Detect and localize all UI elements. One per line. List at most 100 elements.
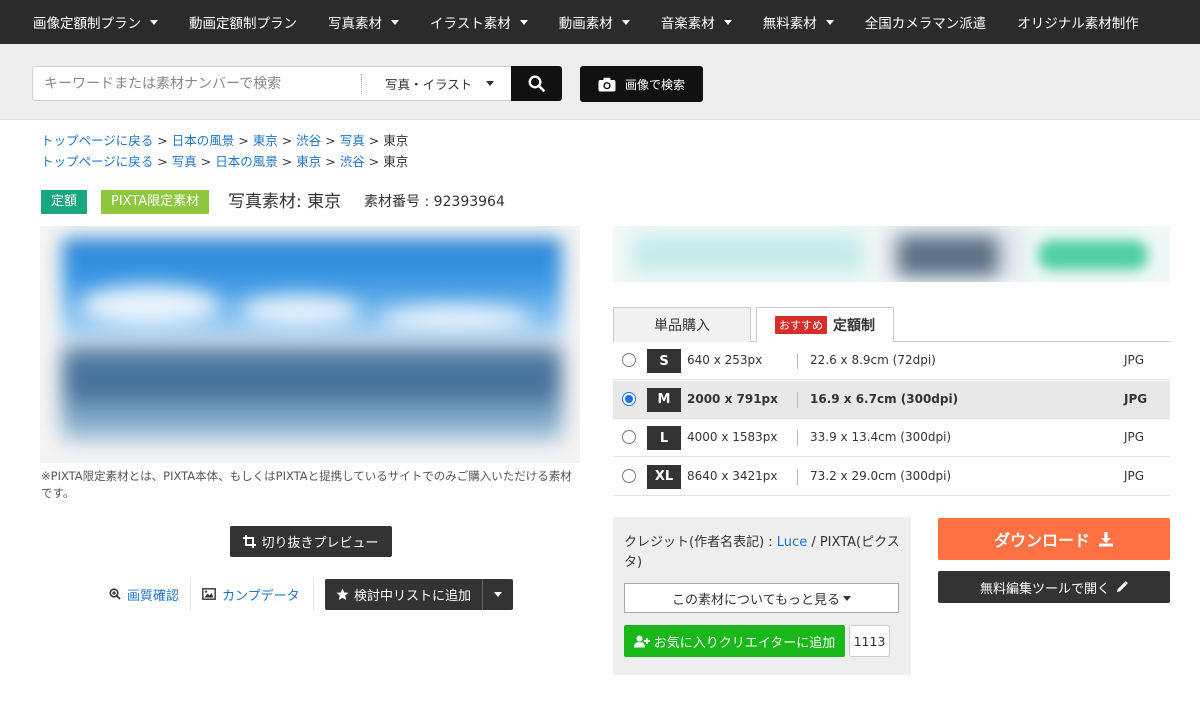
size-option-m[interactable]: M 2000 x 791px 16.9 x 6.7cm (300dpi) JPG (613, 380, 1170, 419)
nav-item-7[interactable]: 全国カメラマン派遣 (865, 12, 987, 32)
add-favorite-creator-label: お気に入りクリエイターに追加 (653, 635, 836, 651)
breadcrumb-separator: > (281, 154, 293, 169)
crop-preview-button[interactable]: 切り抜きプレビュー (230, 526, 392, 557)
page-title: 写真素材: 東京 (228, 192, 342, 212)
image-cloud (80, 286, 220, 326)
tab-single-label: 単品購入 (654, 318, 710, 334)
size-radio[interactable] (622, 391, 636, 406)
banner-shape (1038, 240, 1148, 270)
download-button[interactable]: ダウンロード (938, 518, 1170, 560)
purchase-tabs: 単品購入 おすすめ 定額制 (613, 307, 1170, 343)
breadcrumb-current: 東京 (383, 133, 409, 148)
breadcrumb-separator: > (238, 133, 249, 148)
image-icon (202, 588, 216, 600)
size-divider (797, 353, 798, 369)
size-option-xl[interactable]: XL 8640 x 3421px 73.2 x 29.0cm (300dpi) JPG (613, 458, 1170, 496)
breadcrumb-link[interactable]: 東京 (296, 154, 321, 169)
banner-shape (633, 236, 863, 272)
promo-banner[interactable] (613, 226, 1170, 282)
breadcrumb-link[interactable]: 写真 (172, 154, 197, 169)
nav-item-8[interactable]: オリジナル素材制作 (1017, 12, 1139, 32)
nav-item-3[interactable]: イラスト素材 (430, 12, 528, 32)
size-option-s[interactable]: S 640 x 253px 22.6 x 8.9cm (72dpi) JPG (613, 342, 1170, 380)
nav-item-1[interactable]: 動画定額制プラン (189, 12, 297, 32)
breadcrumb-link[interactable]: 日本の風景 (215, 154, 278, 169)
open-editor-button[interactable]: 無料編集ツールで開く (938, 571, 1170, 603)
user-plus-icon (633, 635, 650, 647)
chevron-down-icon (391, 19, 399, 25)
more-about-material-button[interactable]: この素材についてもっと見る (624, 583, 899, 613)
size-format: JPG (1124, 430, 1145, 444)
add-favorite-creator-button[interactable]: お気に入りクリエイターに追加 (624, 625, 845, 657)
size-format: JPG (1124, 391, 1148, 406)
chevron-down-icon (621, 19, 630, 25)
size-pixels: 4000 x 1583px (687, 430, 778, 444)
size-format: JPG (1124, 353, 1145, 367)
size-option-l[interactable]: L 4000 x 1583px 33.9 x 13.4cm (300dpi) JPG (613, 419, 1170, 457)
add-to-wishlist-button[interactable]: 検討中リストに追加 (325, 579, 482, 610)
search-category-select[interactable]: 写真・イラスト (385, 67, 495, 100)
credit-box: クレジット(作者名表記) : Luce / PIXTA(ピクスタ) この素材につ… (613, 517, 911, 675)
size-divider (797, 391, 798, 408)
comp-data-link[interactable]: カンプデータ (202, 578, 300, 610)
breadcrumb-link[interactable]: 写真 (340, 133, 365, 148)
tool-divider (313, 577, 314, 611)
breadcrumb-separator: > (368, 154, 380, 169)
image-city (62, 346, 562, 441)
search-input[interactable] (33, 67, 363, 100)
wishlist-button-group: 検討中リストに追加 (325, 579, 513, 610)
plan-badge: 定額 (41, 190, 88, 214)
image-cloud (380, 306, 530, 332)
tab-subscription[interactable]: おすすめ 定額制 (756, 307, 894, 343)
size-radio[interactable] (622, 430, 636, 444)
size-format: JPG (1124, 468, 1145, 483)
main-image[interactable] (40, 226, 580, 463)
size-divider (797, 468, 798, 485)
breadcrumb-link[interactable]: 渋谷 (296, 133, 321, 148)
search-box: 写真・イラスト (32, 66, 512, 101)
top-nav: 画像定額制プラン 動画定額制プラン 写真素材 イラスト素材 動画素材 音楽素材 無料素材 全国… (0, 0, 1200, 44)
nav-item-5[interactable]: 音楽素材 (661, 12, 732, 32)
nav-item-label: 画像定額制プラン (33, 16, 141, 32)
download-label: ダウンロード (993, 531, 1090, 550)
search-button[interactable] (511, 66, 562, 101)
author-link[interactable]: Luce (777, 535, 807, 550)
breadcrumb-separator: > (368, 133, 380, 148)
nav-item-label: 動画定額制プラン (189, 16, 297, 32)
credit-prefix: クレジット(作者名表記) : (624, 535, 777, 550)
nav-item-2[interactable]: 写真素材 (328, 12, 399, 32)
tab-single-purchase[interactable]: 単品購入 (613, 307, 751, 342)
nav-item-6[interactable]: 無料素材 (763, 12, 834, 32)
nav-item-label: 全国カメラマン派遣 (864, 16, 987, 32)
quality-check-link[interactable]: 画質確認 (109, 578, 179, 610)
chevron-down-icon (723, 19, 732, 25)
size-radio[interactable] (622, 468, 636, 483)
tool-divider (190, 577, 191, 611)
breadcrumb-link[interactable]: トップページに戻る (41, 133, 153, 148)
size-code: M (647, 387, 681, 412)
camera-icon (598, 77, 616, 91)
nav-item-4[interactable]: 動画素材 (559, 12, 630, 32)
size-print-dimensions: 33.9 x 13.4cm (300dpi) (810, 430, 952, 444)
crop-preview-label: 切り抜きプレビュー (261, 536, 379, 551)
image-search-button[interactable]: 画像で検索 (580, 66, 703, 102)
search-category-label: 写真・イラスト (385, 77, 473, 92)
breadcrumb-link[interactable]: トップページに戻る (41, 154, 153, 169)
nav-item-label: 無料素材 (762, 16, 817, 32)
size-print-dimensions: 73.2 x 29.0cm (300dpi) (810, 468, 952, 483)
breadcrumb-separator: > (157, 133, 168, 148)
breadcrumb-link[interactable]: 渋谷 (340, 154, 365, 169)
breadcrumb-separator: > (200, 154, 212, 169)
breadcrumb-link[interactable]: 日本の風景 (172, 133, 235, 148)
breadcrumb-current: 東京 (383, 154, 409, 169)
wishlist-dropdown-toggle[interactable] (482, 579, 513, 610)
size-print-dimensions: 16.9 x 6.7cm (300dpi) (810, 391, 959, 406)
breadcrumb-separator: > (157, 154, 168, 169)
breadcrumb-link[interactable]: 東京 (253, 133, 278, 148)
nav-item-0[interactable]: 画像定額制プラン (33, 12, 158, 32)
comp-data-label: カンプデータ (222, 588, 300, 604)
breadcrumb-separator: > (325, 133, 336, 148)
size-radio[interactable] (622, 353, 636, 367)
breadcrumb: トップページに戻る > 日本の風景 > 東京 > 渋谷 > 写真 > 東京 (41, 130, 408, 149)
nav-item-label: イラスト素材 (430, 16, 511, 32)
